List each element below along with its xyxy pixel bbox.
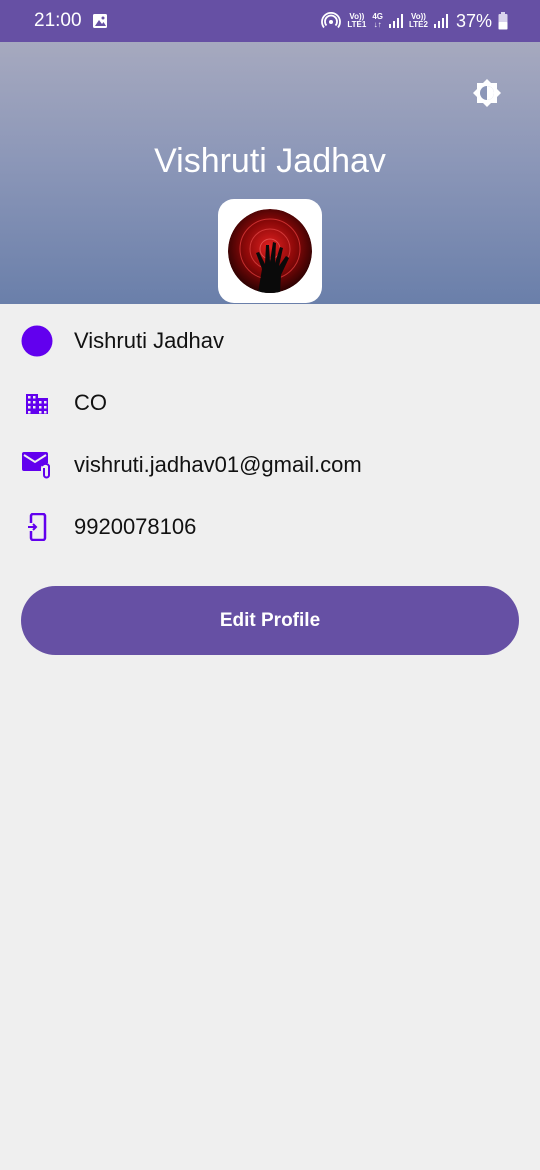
profile-header: Vishruti Jadhav (0, 42, 540, 304)
sim1-volte-label: Vo)) LTE1 (347, 12, 367, 29)
profile-name: Vishruti Jadhav (74, 328, 225, 353)
avatar (218, 199, 322, 303)
phone-forward-icon (20, 510, 54, 544)
signal-sim2-icon (433, 14, 448, 28)
header-name: Vishruti Jadhav (154, 142, 386, 180)
profile-phone: 9920078106 (74, 514, 197, 539)
battery-icon (498, 12, 508, 30)
network-type-label: 4G ↓↑ (372, 12, 383, 29)
profile-info-list: Vishruti Jadhav CO vishruti.jadhav01@gma… (0, 310, 540, 558)
mail-attachment-icon (20, 448, 54, 482)
status-bar: 21:00 Vo)) LTE1 4G ↓↑ Vo)) LTE2 37% (0, 0, 540, 42)
avatar-image (228, 209, 312, 293)
signal-sim1-icon (389, 14, 403, 28)
name-row: Vishruti Jadhav (0, 310, 540, 372)
email-row: vishruti.jadhav01@gmail.com (0, 434, 540, 496)
brightness-icon[interactable] (472, 78, 502, 108)
profile-department: CO (74, 390, 107, 415)
person-dot-icon (20, 324, 54, 358)
edit-profile-button[interactable]: Edit Profile (21, 586, 519, 655)
gallery-notification-icon (92, 14, 107, 28)
status-time: 21:00 (34, 10, 82, 31)
battery-percent: 37% (455, 10, 492, 31)
hotspot-icon (321, 12, 342, 29)
profile-email: vishruti.jadhav01@gmail.com (74, 452, 362, 477)
building-icon (20, 386, 54, 420)
department-row: CO (0, 372, 540, 434)
sim2-volte-label: Vo)) LTE2 (409, 12, 428, 29)
phone-row: 9920078106 (0, 496, 540, 558)
